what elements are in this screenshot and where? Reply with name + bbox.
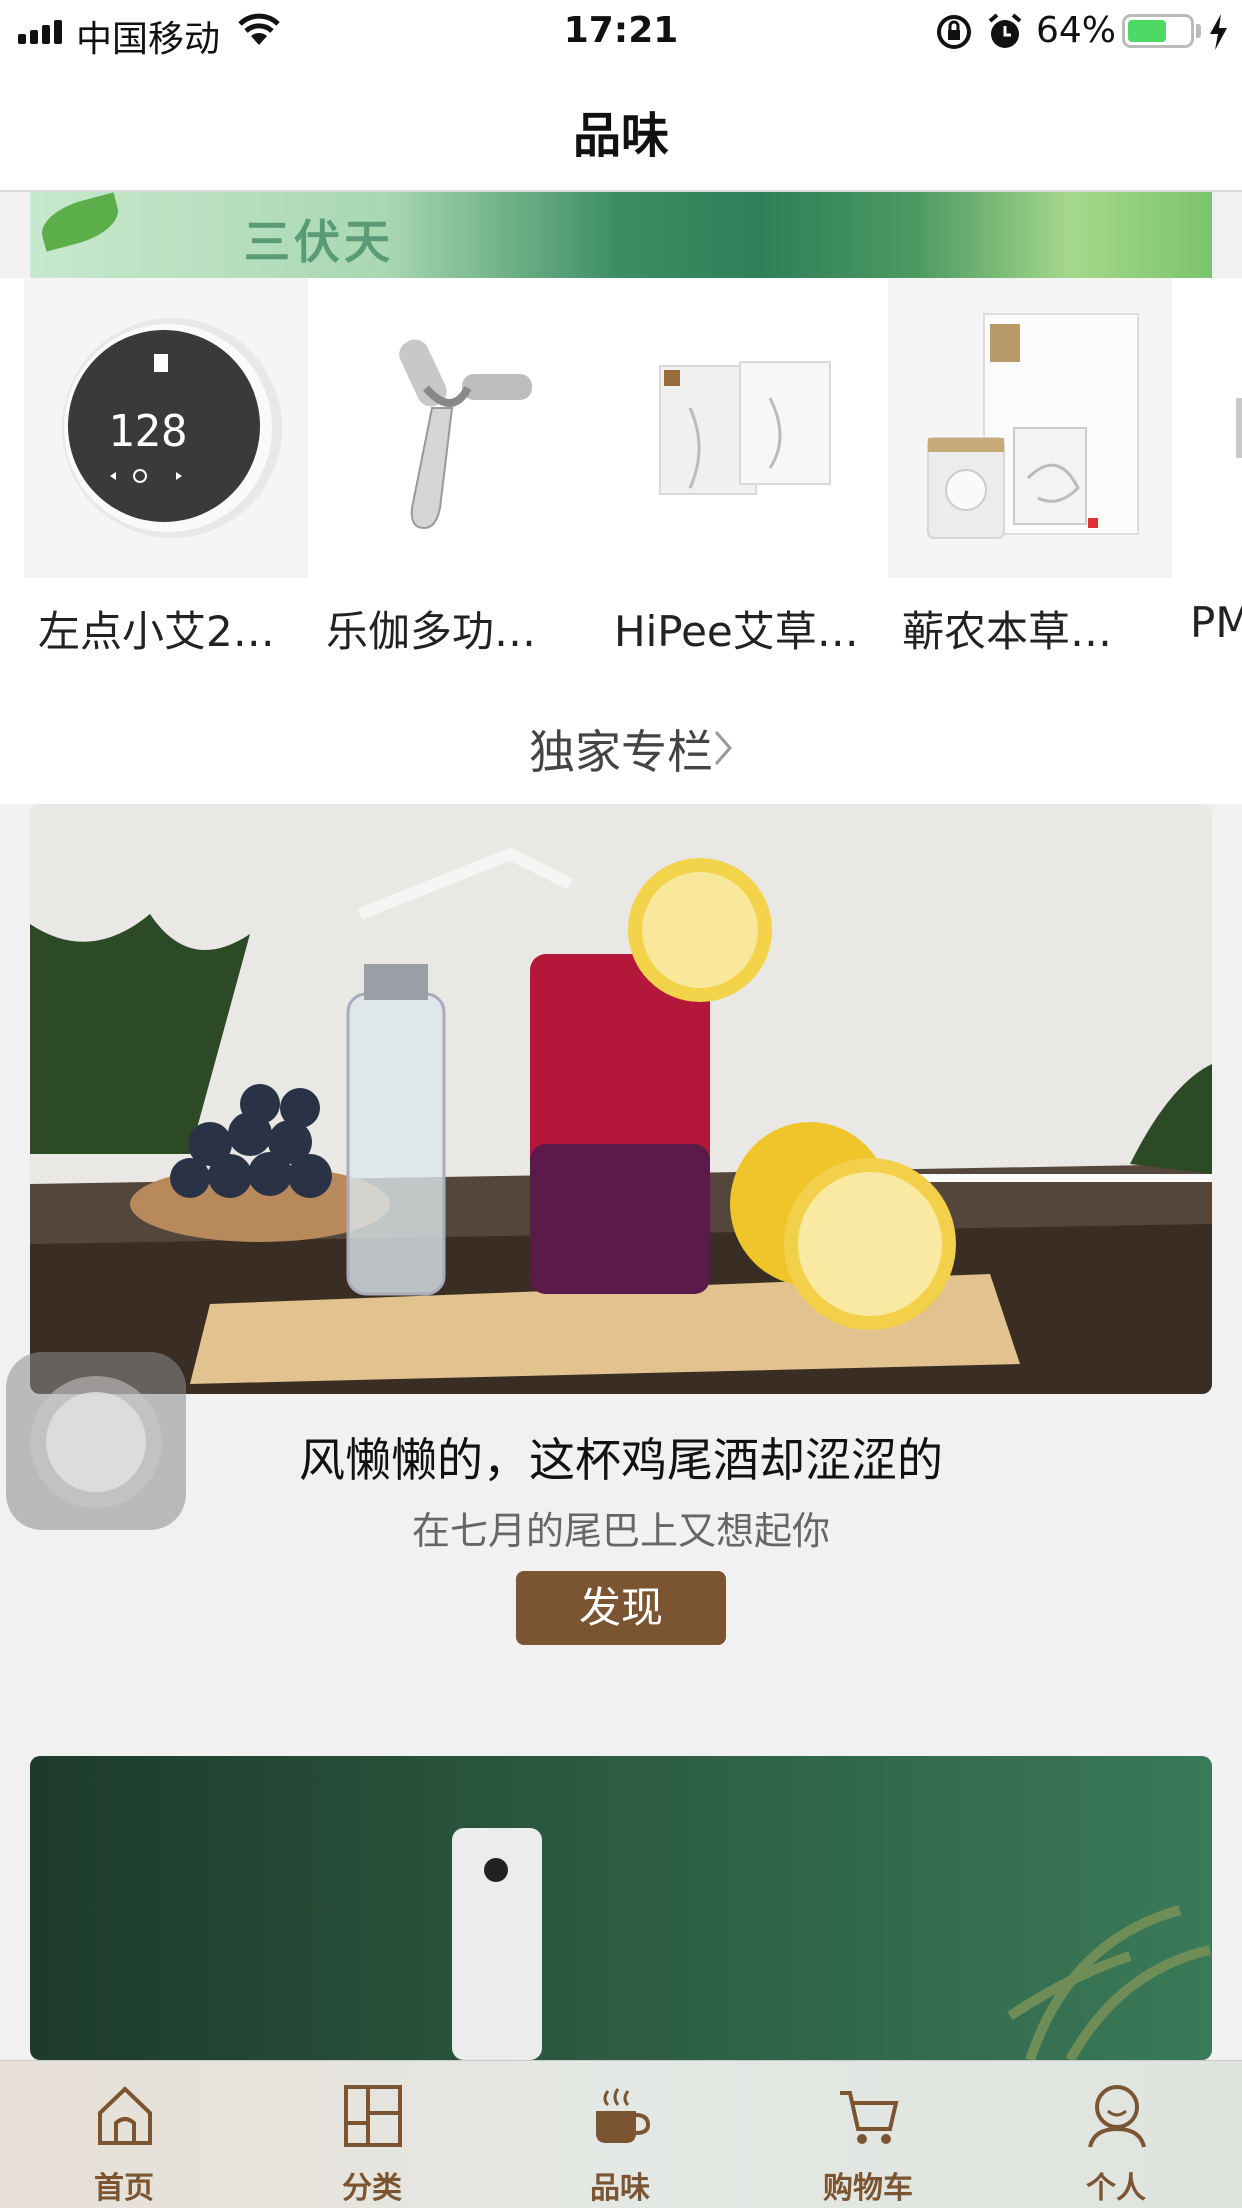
acupressure-patch-image xyxy=(888,278,1172,578)
product-name: 蕲农本草… xyxy=(902,607,1113,656)
exclusive-column-header[interactable]: 独家专栏 xyxy=(0,682,1242,804)
tab-taste[interactable]: 品味 xyxy=(496,2061,744,2208)
navigation-bar: 品味 xyxy=(0,64,1242,192)
moxibustion-device-image: 128 xyxy=(24,278,308,578)
leaf-decoration xyxy=(36,192,124,252)
massage-roller-image xyxy=(312,278,596,578)
tab-home[interactable]: 首页 xyxy=(0,2061,248,2208)
partial-product-image xyxy=(1176,278,1242,578)
product-name: HiPee艾草… xyxy=(614,607,859,656)
air-purifier-photo xyxy=(30,1756,1212,2060)
product-card[interactable]: 128 左点小艾2… xyxy=(24,278,314,682)
app-screen: 中国移动 17:21 64% 品味 三伏天 128 左点小艾2… 乐伽多功… H… xyxy=(0,0,1242,2208)
tab-profile[interactable]: 个人 xyxy=(992,2061,1240,2208)
product-name: 左点小艾2… xyxy=(38,607,275,656)
cart-icon xyxy=(840,2091,899,2144)
product-card[interactable]: 乐伽多功… xyxy=(312,278,602,682)
assistive-touch-button[interactable] xyxy=(6,1352,186,1530)
home-icon xyxy=(98,2086,152,2145)
article-card[interactable] xyxy=(30,1756,1212,2060)
svg-text:128: 128 xyxy=(108,406,187,457)
assistive-touch-center xyxy=(46,1392,146,1492)
battery-cap xyxy=(1196,24,1201,38)
banner-text: 三伏天 xyxy=(244,215,394,269)
discover-button[interactable]: 发现 xyxy=(516,1571,726,1645)
status-bar: 中国移动 17:21 64% xyxy=(0,0,1242,64)
moxa-patch-image xyxy=(600,278,884,578)
tab-category[interactable]: 分类 xyxy=(248,2061,496,2208)
tab-bar: 首页 分类 品味 购物车 个人 xyxy=(0,2060,1242,2208)
tab-cart[interactable]: 购物车 xyxy=(744,2061,992,2208)
page-title: 品味 xyxy=(572,108,669,164)
rotation-lock-icon xyxy=(937,15,971,49)
category-icon xyxy=(344,2085,402,2147)
battery-icon xyxy=(1122,14,1194,48)
battery-level xyxy=(1128,20,1166,42)
product-card[interactable]: PM… xyxy=(1176,278,1242,682)
tab-label: 首页 xyxy=(94,2171,154,2206)
article-title: 风懒懒的，这杯鸡尾酒却涩涩的 xyxy=(299,1433,943,1487)
tab-label: 购物车 xyxy=(823,2171,913,2206)
product-name: PM… xyxy=(1190,598,1242,647)
chevron-right-icon xyxy=(714,731,732,765)
tab-label: 个人 xyxy=(1086,2171,1146,2206)
product-card[interactable]: HiPee艾草… xyxy=(600,278,890,682)
product-card[interactable]: 蕲农本草… xyxy=(888,278,1178,682)
promo-banner[interactable]: 三伏天 xyxy=(30,192,1212,278)
charging-icon xyxy=(1210,14,1227,50)
tab-label: 分类 xyxy=(342,2171,402,2206)
tab-label: 品味 xyxy=(590,2171,650,2206)
coffee-cup-icon xyxy=(596,2088,651,2143)
person-icon xyxy=(1088,2085,1146,2148)
battery-percent: 64% xyxy=(1036,10,1117,51)
article-subtitle: 在七月的尾巴上又想起你 xyxy=(411,1509,830,1553)
alarm-icon xyxy=(988,13,1022,48)
section-title: 独家专栏 xyxy=(529,725,713,779)
article-card[interactable] xyxy=(30,804,1212,1394)
cocktail-photo xyxy=(30,804,1212,1394)
product-name: 乐伽多功… xyxy=(326,607,537,656)
product-carousel[interactable]: 128 左点小艾2… 乐伽多功… HiPee艾草… 蕲农本草… P xyxy=(0,278,1242,682)
